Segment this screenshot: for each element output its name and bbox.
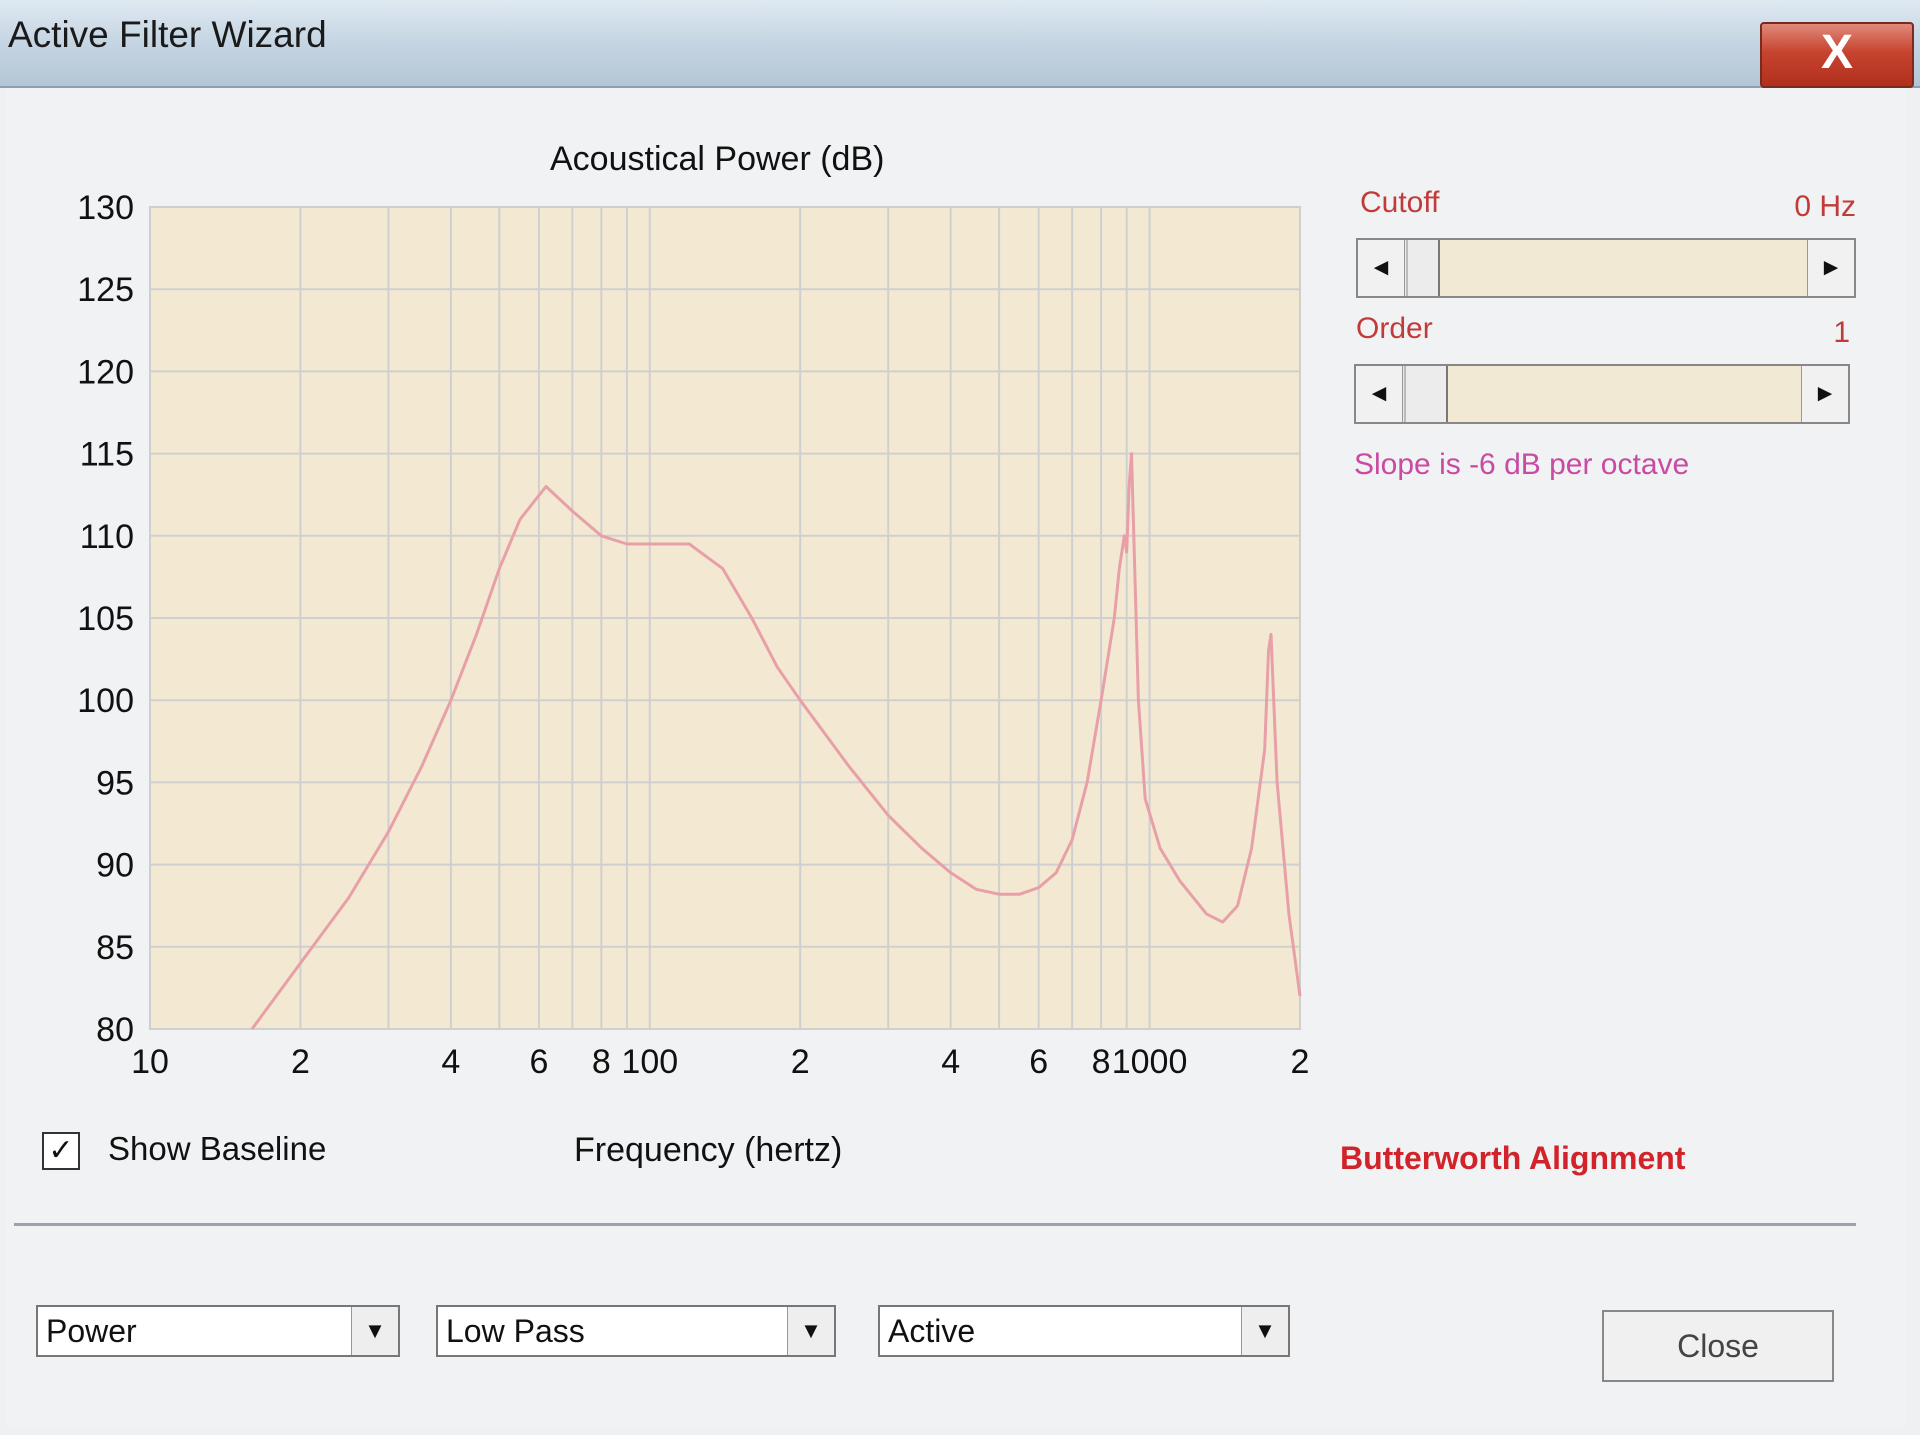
y-tick-label: 80 — [96, 1011, 134, 1049]
y-tick-label: 130 — [77, 189, 134, 227]
y-tick-label: 105 — [77, 600, 134, 638]
separator-line — [14, 1223, 1856, 1226]
acoustical-power-chart: 130 125 120 115 110 105 100 95 90 85 8010 2 4 6 8 100 2 4… — [77, 189, 1310, 1081]
response-type-value: Power — [46, 1313, 137, 1349]
x-tick-label: 4 — [941, 1043, 960, 1081]
y-tick-label: 100 — [77, 682, 134, 720]
window-title: Active Filter Wizard — [8, 14, 327, 55]
x-tick-label: 2 — [291, 1043, 310, 1081]
alignment-label: Butterworth Alignment — [1340, 1140, 1686, 1176]
chevron-down-icon[interactable]: ▼ — [787, 1307, 834, 1355]
x-tick-label: 6 — [529, 1043, 548, 1081]
y-tick-label: 110 — [80, 518, 134, 556]
y-tick-label: 115 — [80, 436, 134, 474]
order-left-arrow-icon[interactable]: ◄ — [1356, 366, 1403, 422]
y-tick-label: 90 — [96, 847, 134, 885]
y-tick-label: 125 — [77, 271, 134, 309]
filter-type-select[interactable]: Low Pass ▼ — [436, 1305, 836, 1357]
chevron-down-icon[interactable]: ▼ — [1241, 1307, 1288, 1355]
filter-mode-value: Active — [888, 1313, 976, 1349]
x-tick-label: 10 — [131, 1043, 169, 1081]
x-tick-label: 2 — [791, 1043, 810, 1081]
active-filter-wizard-window: Active Filter Wizard X Acoustical Power … — [0, 0, 1920, 1435]
show-baseline-checkbox[interactable]: ✓ — [42, 1132, 80, 1170]
order-slider-thumb[interactable] — [1404, 366, 1448, 422]
x-tick-label: 8 — [1092, 1043, 1111, 1081]
x-tick-label: 2 — [1291, 1043, 1310, 1081]
cutoff-left-arrow-icon[interactable]: ◄ — [1358, 240, 1405, 296]
close-button[interactable]: Close — [1602, 1310, 1834, 1382]
y-tick-label: 85 — [96, 929, 134, 967]
y-tick-label: 120 — [77, 353, 134, 391]
x-tick-label: 6 — [1029, 1043, 1048, 1081]
chart-title: Acoustical Power (dB) — [550, 140, 885, 178]
filter-type-value: Low Pass — [446, 1313, 585, 1349]
slope-text: Slope is -6 dB per octave — [1354, 448, 1690, 481]
cutoff-label: Cutoff — [1360, 186, 1440, 219]
x-tick-label: 4 — [441, 1043, 460, 1081]
y-tick-label: 95 — [96, 764, 134, 802]
order-label: Order — [1356, 312, 1433, 345]
order-value: 1 — [1833, 316, 1850, 349]
x-axis-title: Frequency (hertz) — [574, 1131, 843, 1169]
x-tick-label: 8 — [592, 1043, 611, 1081]
cutoff-slider-thumb[interactable] — [1406, 240, 1440, 296]
window-close-button[interactable]: X — [1760, 22, 1914, 88]
cutoff-slider[interactable]: ◄ ► — [1356, 238, 1856, 298]
chevron-down-icon[interactable]: ▼ — [351, 1307, 398, 1355]
cutoff-value: 0 Hz — [1794, 190, 1856, 223]
x-tick-label: 100 — [621, 1043, 678, 1081]
cutoff-right-arrow-icon[interactable]: ► — [1807, 240, 1854, 296]
x-tick-label: 1000 — [1112, 1043, 1188, 1081]
order-right-arrow-icon[interactable]: ► — [1801, 366, 1848, 422]
response-type-select[interactable]: Power ▼ — [36, 1305, 400, 1357]
title-bar[interactable]: Active Filter Wizard X — [0, 0, 1920, 88]
filter-mode-select[interactable]: Active ▼ — [878, 1305, 1290, 1357]
order-slider[interactable]: ◄ ► — [1354, 364, 1850, 424]
show-baseline-label[interactable]: Show Baseline — [108, 1130, 326, 1168]
